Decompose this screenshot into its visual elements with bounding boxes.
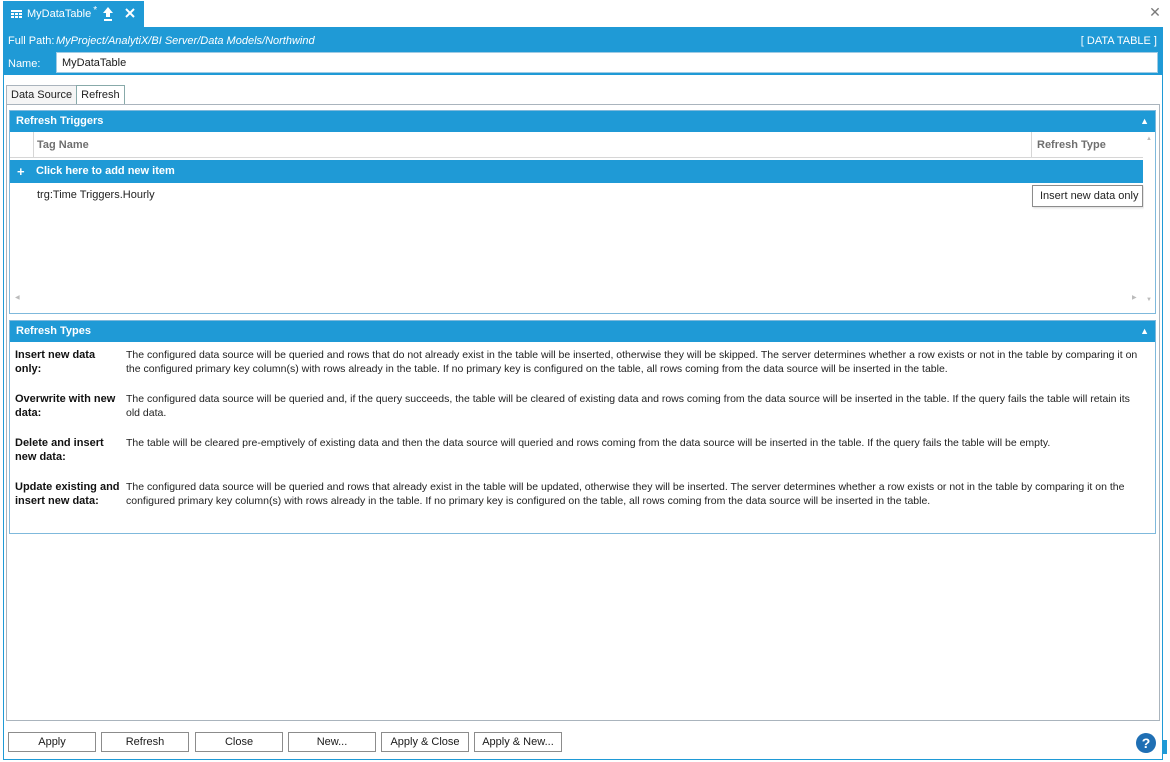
close-tab-icon[interactable] (122, 4, 138, 22)
frame-accent (1163, 740, 1167, 754)
refresh-types-title: Refresh Types (16, 325, 91, 337)
refresh-types-header[interactable]: Refresh Types ▲ (10, 321, 1155, 342)
refresh-type-label: Update existing and insert new data: (15, 481, 120, 507)
table-icon (11, 9, 22, 18)
name-label: Name: (8, 58, 41, 70)
tag-name-cell[interactable]: trg:Time Triggers.Hourly (37, 183, 155, 208)
refresh-types-section: Refresh Types ▲ Insert new data only: Th… (9, 320, 1156, 534)
collapse-icon[interactable]: ▲ (1140, 321, 1149, 342)
pin-icon[interactable] (101, 6, 115, 22)
new-button[interactable]: New... (288, 732, 376, 752)
full-path-value: MyProject/AnalytiX/BI Server/Data Models… (56, 35, 315, 47)
collapse-icon[interactable]: ▲ (1140, 111, 1149, 132)
refresh-type-description: The configured data source will be queri… (126, 481, 1125, 507)
refresh-type-label: Delete and insert new data: (15, 437, 104, 463)
document-tabstrip: MyDataTable * ✕ (0, 0, 1170, 27)
tab-data-source[interactable]: Data Source (6, 85, 78, 104)
add-new-item-row[interactable]: + Click here to add new item (10, 160, 1143, 183)
object-type-tag: [ DATA TABLE ] (1080, 35, 1157, 47)
refresh-triggers-title: Refresh Triggers (16, 115, 104, 127)
table-row[interactable]: trg:Time Triggers.Hourly Insert new data… (10, 183, 1143, 208)
button-bar: Apply Refresh Close New... Apply & Close… (3, 725, 1163, 760)
refresh-type-label: Overwrite with new data: (15, 393, 116, 419)
apply-new-button[interactable]: Apply & New... (474, 732, 562, 752)
header-band: Full Path: MyProject/AnalytiX/BI Server/… (3, 27, 1163, 75)
refresh-triggers-header[interactable]: Refresh Triggers ▲ (10, 111, 1155, 132)
scroll-left-icon[interactable]: ◀ (15, 294, 20, 301)
column-header-tag-name[interactable]: Tag Name (37, 132, 89, 158)
column-header-refresh-type[interactable]: Refresh Type (1031, 132, 1143, 158)
vertical-scrollbar[interactable]: ▲ ▼ (1144, 132, 1155, 307)
refresh-type-dropdown[interactable]: Insert new data only (1032, 185, 1143, 207)
grid-header: Tag Name Refresh Type (10, 132, 1143, 158)
add-new-item-label: Click here to add new item (36, 165, 175, 177)
refresh-button[interactable]: Refresh (101, 732, 189, 752)
document-tab-title: MyDataTable (27, 8, 92, 20)
scroll-down-icon[interactable]: ▼ (1146, 297, 1152, 303)
name-input[interactable] (56, 52, 1158, 73)
window-close-icon[interactable]: ✕ (1148, 5, 1162, 19)
help-icon[interactable]: ? (1136, 733, 1156, 753)
refresh-type-description: The table will be cleared pre-emptively … (126, 437, 1051, 449)
apply-button[interactable]: Apply (8, 732, 96, 752)
editor-tabs: Data Source Refresh (6, 85, 125, 105)
plus-icon: + (17, 164, 25, 179)
full-path-label: Full Path: (8, 35, 55, 47)
refresh-type-description: The configured data source will be queri… (126, 349, 1138, 375)
scroll-right-icon[interactable]: ▶ (1132, 294, 1137, 301)
refresh-type-label: Insert new data only: (15, 349, 96, 375)
refresh-triggers-section: Refresh Triggers ▲ Tag Name Refresh Type… (9, 110, 1156, 314)
row-gutter-divider (33, 132, 34, 158)
close-button[interactable]: Close (195, 732, 283, 752)
unsaved-marker: * (93, 4, 98, 16)
apply-close-button[interactable]: Apply & Close (381, 732, 469, 752)
refresh-type-description: The configured data source will be queri… (126, 393, 1130, 419)
document-tab[interactable]: MyDataTable * (3, 1, 144, 27)
refresh-types-list: Insert new data only: The configured dat… (10, 342, 1155, 507)
tab-refresh[interactable]: Refresh (76, 85, 125, 105)
scroll-up-icon[interactable]: ▲ (1146, 136, 1152, 142)
